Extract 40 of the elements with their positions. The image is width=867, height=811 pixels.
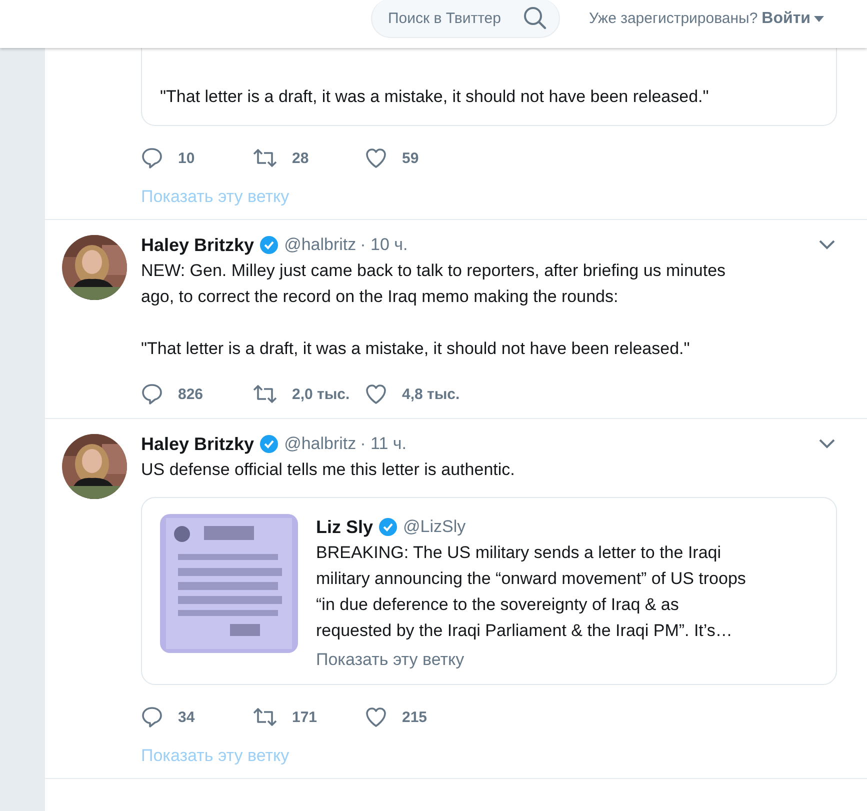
- quoted-tweet-text: BREAKING: The US military sends a letter to the Iraqi military announcing the “onward movement” of US troops “in due deference to the sovereignty of Iraq & as requested by the Iraqi Parliament & the Iraqi PM”. It’s…: [316, 542, 747, 642]
- quoted-author-handle: @LizSly: [403, 517, 466, 537]
- author-handle[interactable]: @halbritz: [284, 235, 356, 255]
- like-count: 59: [402, 150, 419, 166]
- retweet-icon[interactable]: [253, 706, 277, 728]
- quoted-tweet-card[interactable]: [141, 497, 837, 685]
- search-icon[interactable]: [523, 6, 547, 30]
- author-handle[interactable]: @halbritz: [284, 434, 356, 454]
- reply-count: 10: [178, 150, 195, 166]
- show-thread-link[interactable]: Показать эту ветку: [316, 650, 464, 670]
- chevron-icon[interactable]: [819, 240, 835, 250]
- quoted-tweet-text: "That letter is a draft, it was a mistake, it should not have been released.": [160, 86, 710, 108]
- author-name[interactable]: Haley Britzky: [141, 234, 254, 256]
- login-button[interactable]: Войти: [762, 8, 824, 30]
- retweet-icon[interactable]: [253, 383, 277, 405]
- author-name[interactable]: Haley Britzky: [141, 434, 254, 454]
- chevron-icon[interactable]: [819, 439, 835, 449]
- tweet-text: NEW: Gen. Milley just came back to talk to reporters, after briefing us minutes ago, to correct the record on the Iraq memo making the rounds: "That letter is a draft, it was a mistake, it should not have been released.": [141, 260, 727, 360]
- tweet-time[interactable]: · 10 ч.: [360, 235, 408, 255]
- reply-icon[interactable]: [141, 706, 163, 728]
- retweet-count: 28: [292, 150, 309, 166]
- search-field[interactable]: Поиск в Твиттер: [371, 0, 560, 38]
- login-prompt: Уже зарегистрированы?: [589, 10, 758, 27]
- quoted-tweet-card[interactable]: "That letter is a draft, it was a mistake, it should not have been released.": [141, 48, 837, 126]
- reply-count: 34: [178, 708, 195, 726]
- like-count: 4,8 тыс.: [402, 386, 460, 402]
- retweet-icon[interactable]: [253, 147, 277, 169]
- heart-icon[interactable]: [365, 383, 387, 405]
- tweet-time[interactable]: · 11 ч.: [360, 434, 406, 454]
- retweet-count: 2,0 тыс.: [292, 386, 350, 402]
- reply-icon[interactable]: [141, 383, 163, 405]
- reply-icon[interactable]: [141, 147, 163, 169]
- like-count: 215: [402, 708, 428, 726]
- quoted-author-name: Liz Sly: [316, 516, 374, 538]
- retweet-count: 171: [292, 708, 318, 726]
- reply-count: 826: [178, 386, 204, 402]
- heart-icon[interactable]: [365, 706, 387, 728]
- caret-icon: [814, 16, 824, 22]
- heart-icon[interactable]: [365, 147, 387, 169]
- tweet-text: US defense official tells me this letter is authentic.: [141, 459, 516, 481]
